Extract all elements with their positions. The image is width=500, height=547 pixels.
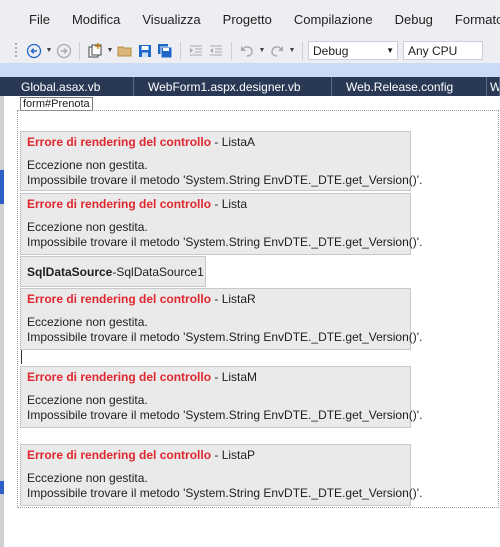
solution-configuration-select[interactable]: Debug ▼ xyxy=(308,41,398,60)
solution-configuration-value: Debug xyxy=(313,43,349,58)
chevron-down-icon: ▼ xyxy=(386,46,394,55)
separator: - xyxy=(211,135,222,149)
undo-icon[interactable] xyxy=(238,42,256,60)
toolbar-grip[interactable] xyxy=(14,42,18,59)
control-header: Errore di rendering del controllo - List… xyxy=(27,135,404,150)
tab-webform1-designer-vb[interactable]: WebForm1.aspx.designer.vb xyxy=(134,77,332,96)
error-label: Errore di rendering del controllo xyxy=(27,197,212,211)
error-label: Errore di rendering del controllo xyxy=(27,448,212,462)
menu-file[interactable]: File xyxy=(21,12,61,27)
error-message: Eccezione non gestita. xyxy=(27,393,148,407)
control-id: ListaR xyxy=(221,292,256,306)
control-render-error[interactable]: Errore di rendering del controllo - List… xyxy=(20,131,423,191)
back-icon[interactable] xyxy=(25,42,43,60)
separator: - xyxy=(211,197,222,211)
control-header: Errore di rendering del controllo - List… xyxy=(27,197,404,212)
solution-platform-value: Any CPU xyxy=(408,43,458,58)
tab-overflow[interactable]: W xyxy=(487,77,500,96)
error-detail: Impossibile trovare il metodo 'System.St… xyxy=(27,235,423,249)
error-label: Errore di rendering del controllo xyxy=(27,135,212,149)
text-cursor xyxy=(21,350,22,364)
error-label: Errore di rendering del controllo xyxy=(27,292,212,306)
save-icon[interactable] xyxy=(136,42,154,60)
form-tag-label[interactable]: form#Prenota xyxy=(20,97,93,111)
toolbar-separator xyxy=(79,41,80,60)
redo-dropdown-icon[interactable]: ▼ xyxy=(287,42,297,60)
menu-visualizza[interactable]: Visualizza xyxy=(131,12,211,27)
separator: - xyxy=(211,448,222,462)
outdent-icon[interactable] xyxy=(207,42,225,60)
document-tab-bar: Global.asax.vb WebForm1.aspx.designer.vb… xyxy=(0,77,500,96)
new-project-icon[interactable] xyxy=(86,42,104,60)
open-folder-icon[interactable] xyxy=(116,42,134,60)
sql-data-source-id: SqlDataSource1 xyxy=(116,264,204,279)
menu-debug[interactable]: Debug xyxy=(384,12,444,27)
error-detail: Impossibile trovare il metodo 'System.St… xyxy=(27,408,423,422)
toolbar-separator xyxy=(231,41,232,60)
control-render-error[interactable]: Errore di rendering del controllo - List… xyxy=(20,288,423,350)
tab-global-asax-vb[interactable]: Global.asax.vb xyxy=(7,77,134,96)
menu-progetto[interactable]: Progetto xyxy=(212,12,283,27)
tab-bar-edge xyxy=(0,77,7,96)
error-detail: Impossibile trovare il metodo 'System.St… xyxy=(27,330,423,344)
sql-data-source-control[interactable]: SqlDataSource - SqlDataSource1 xyxy=(20,256,206,287)
separator: - xyxy=(211,292,222,306)
menu-formato[interactable]: Formato xyxy=(444,12,500,27)
tab-web-release-config[interactable]: Web.Release.config xyxy=(332,77,487,96)
control-render-error[interactable]: Errore di rendering del controllo - List… xyxy=(20,444,423,506)
toolbar-bottom-strip xyxy=(0,63,500,77)
back-dropdown-icon[interactable]: ▼ xyxy=(44,42,54,60)
control-header: Errore di rendering del controllo - List… xyxy=(27,370,404,385)
control-id: Lista xyxy=(221,197,248,211)
error-message: Eccezione non gestita. xyxy=(27,158,148,172)
standard-toolbar: ▼ ▼ ▼ ▼ Debug ▼ Any CPU xyxy=(0,38,500,63)
separator: - xyxy=(211,370,222,384)
control-id: ListaA xyxy=(221,135,256,149)
error-message: Eccezione non gestita. xyxy=(27,471,148,485)
forward-icon[interactable] xyxy=(55,42,73,60)
undo-dropdown-icon[interactable]: ▼ xyxy=(257,42,267,60)
control-id: ListaP xyxy=(221,448,256,462)
menu-bar: File Modifica Visualizza Progetto Compil… xyxy=(0,0,500,38)
error-message: Eccezione non gestita. xyxy=(27,220,148,234)
error-message: Eccezione non gestita. xyxy=(27,315,148,329)
control-header: Errore di rendering del controllo - List… xyxy=(27,448,404,463)
toolbar-separator xyxy=(302,41,303,60)
menu-compilazione[interactable]: Compilazione xyxy=(283,12,384,27)
error-detail: Impossibile trovare il metodo 'System.St… xyxy=(27,173,423,187)
control-render-error[interactable]: Errore di rendering del controllo - List… xyxy=(20,366,423,428)
error-detail: Impossibile trovare il metodo 'System.St… xyxy=(27,486,423,500)
menu-modifica[interactable]: Modifica xyxy=(61,12,131,27)
control-id: ListaM xyxy=(221,370,258,384)
indent-icon[interactable] xyxy=(187,42,205,60)
save-all-icon[interactable] xyxy=(156,42,174,60)
toolbar-separator xyxy=(180,41,181,60)
error-label: Errore di rendering del controllo xyxy=(27,370,212,384)
sql-data-source-type: SqlDataSource xyxy=(27,264,113,279)
control-header: Errore di rendering del controllo - List… xyxy=(27,292,404,307)
control-render-error[interactable]: Errore di rendering del controllo - List… xyxy=(20,193,423,255)
redo-icon[interactable] xyxy=(268,42,286,60)
solution-platform-select[interactable]: Any CPU xyxy=(403,41,483,60)
new-project-dropdown-icon[interactable]: ▼ xyxy=(105,42,115,60)
